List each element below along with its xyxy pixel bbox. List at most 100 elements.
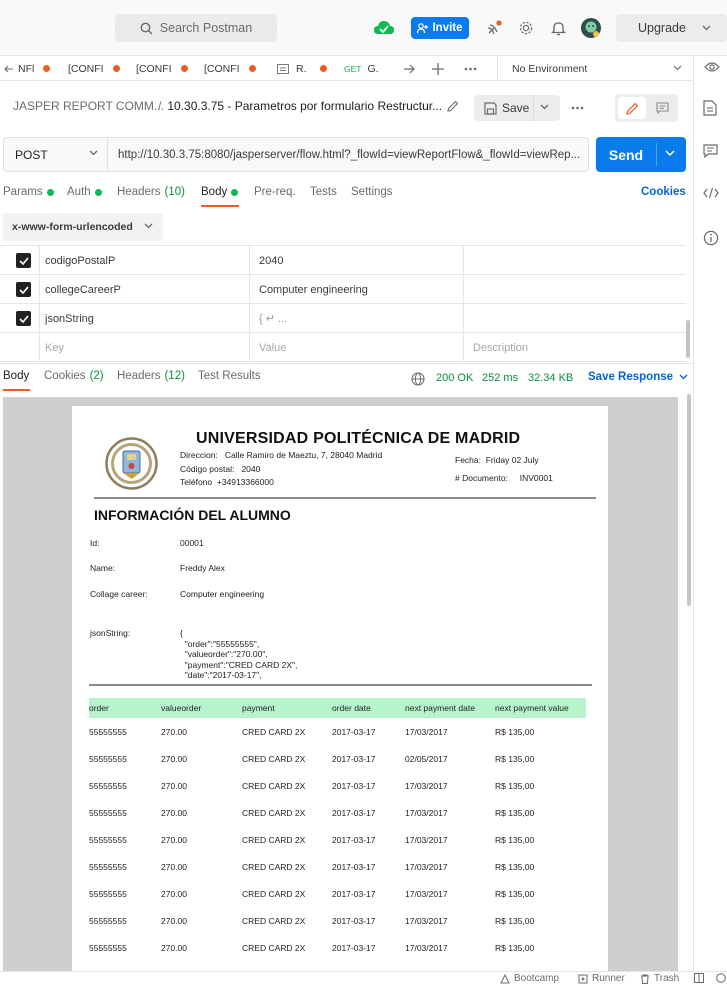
address-label: Direccion: (180, 450, 218, 460)
save-response-button[interactable]: Save Response (588, 371, 688, 383)
row-checkbox[interactable] (16, 282, 31, 297)
save-button[interactable]: Save (474, 95, 560, 121)
row-checkbox[interactable] (16, 311, 31, 326)
tab-prereq[interactable]: Pre-req. (254, 186, 296, 198)
postal-label: Código postal: (180, 464, 235, 474)
table-row: 55555555 270.00 CRED CARD 2X 2017-03-17 17/0… (89, 853, 586, 880)
params-scrollbar[interactable] (686, 320, 690, 358)
table-cell: CRED CARD 2X (242, 834, 306, 845)
url-input[interactable]: http://10.30.3.75:8080/jasperserver/flow… (118, 138, 584, 171)
avatar[interactable] (580, 17, 602, 39)
save-response-label: Save Response (588, 371, 674, 383)
send-button[interactable]: Send (596, 137, 686, 172)
runner-button[interactable]: Runner (578, 973, 625, 984)
more-actions-button[interactable] (571, 106, 584, 110)
tab-tests[interactable]: Tests (310, 186, 337, 198)
tab-settings[interactable]: Settings (351, 186, 393, 198)
tab-item[interactable]: R. (277, 56, 327, 81)
breadcrumb-separator: / (158, 99, 162, 113)
table-row: collegeCareerP Computer engineering (0, 275, 686, 304)
breadcrumb-collection[interactable]: JASPER REPORT COMM... (13, 99, 164, 113)
tab-item[interactable]: [CONFI (204, 56, 256, 81)
param-key[interactable]: codigoPostalP (45, 246, 115, 275)
table-cell: 2017-03-17 (332, 961, 375, 972)
response-size[interactable]: 32.34 KB (528, 372, 573, 384)
chevron-down-icon[interactable] (540, 104, 549, 110)
search-input[interactable]: Search Postman (115, 14, 277, 42)
breadcrumb-request[interactable]: / 10.30.3.75 - Parametros por formulario … (158, 99, 442, 113)
sync-status-icon[interactable] (373, 17, 395, 39)
arrow-left-icon (4, 65, 13, 72)
table-cell: 55555555 (89, 915, 127, 926)
param-value[interactable]: 2040 (259, 246, 283, 275)
response-time[interactable]: 252 ms (482, 372, 518, 384)
invite-button[interactable]: Invite (411, 17, 469, 39)
help-icon[interactable] (716, 973, 726, 983)
bell-icon[interactable] (547, 17, 569, 39)
bootcamp-icon (500, 973, 510, 983)
tab-label: Params (3, 186, 43, 198)
description-placeholder[interactable]: Description (473, 333, 528, 362)
phone-value: +34913366000 (216, 477, 274, 487)
response-scrollbar[interactable] (687, 394, 691, 606)
new-tab-button[interactable] (432, 56, 444, 81)
comments-icon[interactable] (703, 144, 719, 160)
tab-label: Test Results (198, 370, 261, 382)
tab-item[interactable]: [CONFI (136, 56, 188, 81)
phone-label: Teléfono (180, 477, 213, 487)
trash-button[interactable]: Trash (640, 973, 679, 984)
field-label: jsonString: (90, 628, 131, 638)
tab-response-body[interactable]: Body (3, 370, 29, 382)
comment-icon (655, 102, 669, 114)
param-key[interactable]: collegeCareerP (45, 275, 121, 304)
environment-select[interactable]: No Environment (497, 56, 693, 81)
info-icon[interactable] (703, 230, 719, 246)
tab-headers[interactable]: Headers (10) (117, 186, 185, 198)
param-value[interactable]: { ↵ ... (259, 304, 287, 333)
cookies-link[interactable]: Cookies (641, 186, 686, 198)
tab-response-cookies[interactable]: Cookies (2) (44, 370, 104, 382)
method-select[interactable]: POST (4, 138, 108, 171)
documentation-icon[interactable] (703, 100, 719, 116)
param-key[interactable]: jsonString (45, 304, 94, 333)
date-value: Friday 02 July (485, 455, 539, 465)
chevron-down-icon[interactable] (665, 150, 675, 157)
pencil-icon[interactable] (447, 100, 459, 112)
eye-icon[interactable] (704, 60, 720, 76)
tab-response-headers[interactable]: Headers (12) (117, 370, 185, 382)
more-tabs-button[interactable] (464, 56, 477, 81)
layout-toggle-icon[interactable] (694, 973, 704, 983)
tab-params[interactable]: Params (3, 186, 54, 198)
code-icon[interactable] (703, 187, 719, 203)
tab-auth[interactable]: Auth (67, 186, 102, 198)
tab-body[interactable]: Body (201, 186, 239, 198)
university-seal-icon (105, 437, 158, 490)
edit-mode-button[interactable] (618, 97, 646, 119)
globe-icon[interactable] (411, 372, 425, 386)
key-placeholder[interactable]: Key (45, 333, 64, 362)
bootcamp-button[interactable]: Bootcamp (500, 973, 559, 984)
satellite-icon[interactable] (484, 17, 506, 39)
table-row: 55555555 270.00 CRED CARD 2X 2017-03-17 17/0… (89, 772, 586, 799)
value-placeholder[interactable]: Value (259, 333, 286, 362)
tab-count: (12) (164, 370, 185, 382)
comment-mode-button[interactable] (649, 97, 675, 119)
invite-label: Invite (432, 22, 463, 34)
gear-icon[interactable] (515, 17, 537, 39)
body-type-select[interactable]: x-www-form-urlencoded (3, 213, 163, 241)
upgrade-button[interactable]: Upgrade (616, 14, 727, 42)
response-preview[interactable]: UNIVERSIDAD POLITÉCNICA DE MADRID Direcc… (3, 397, 678, 971)
tab-label: Settings (351, 186, 393, 198)
tab-item[interactable]: GET G. (344, 56, 379, 81)
request-config-tabs: Params Auth Headers (10) Body Pre-req. Te… (0, 180, 693, 208)
table-cell: R$ 135,00 (495, 961, 534, 972)
tab-item[interactable]: [CONFI (68, 56, 120, 81)
status-code[interactable]: 200 OK (436, 372, 473, 384)
tab-item[interactable]: NFl (4, 56, 51, 81)
tabs-forward-button[interactable] (403, 56, 415, 81)
status-bar: Bootcamp Runner Trash (0, 971, 727, 986)
param-value[interactable]: Computer engineering (259, 275, 368, 304)
row-checkbox[interactable] (16, 253, 31, 268)
column-header: order date (332, 703, 371, 713)
tab-test-results[interactable]: Test Results (198, 370, 261, 382)
